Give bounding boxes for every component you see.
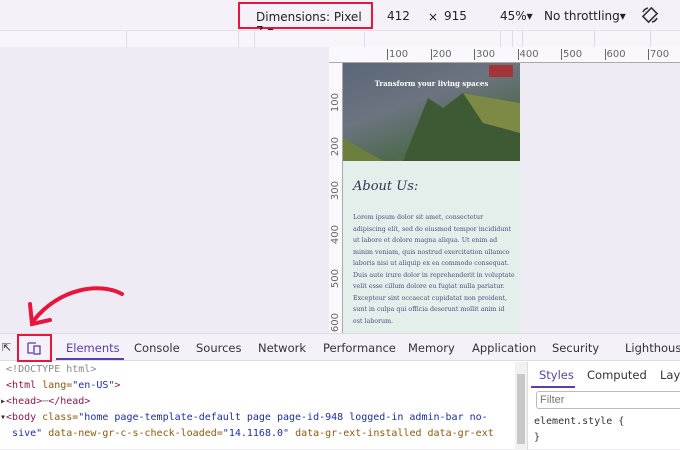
tag: </head> [48, 396, 91, 407]
styles-pane: Styles Computed Layo element.style { } [527, 362, 680, 450]
value: "en-US" [72, 380, 115, 391]
ruler-tick-label: 400 [330, 225, 341, 245]
about-body: Lorem ipsum dolor sit amet, consectetur … [353, 214, 515, 325]
about-heading: About Us: [353, 179, 419, 194]
tab-memory[interactable]: Memory [408, 341, 455, 355]
ruler-tick-label: 400 [517, 49, 539, 60]
tab-performance[interactable]: Performance [323, 341, 396, 355]
hero-title: Transform your living spaces [374, 79, 489, 88]
code-line[interactable]: sive" data-new-gr-c-s-check-loaded="14.1… [0, 426, 515, 442]
active-tab-indicator [56, 358, 124, 360]
ruler-tick-label: 500 [330, 269, 341, 289]
width-input[interactable]: 412 [387, 9, 410, 23]
tab-network[interactable]: Network [258, 341, 306, 355]
element-style-rule[interactable]: element.style { [534, 416, 624, 427]
ruler-tick-label: 200 [430, 49, 452, 60]
throttling-dropdown[interactable]: No throttling▾ [544, 9, 626, 23]
device-toggle-button[interactable] [17, 334, 52, 362]
code-line[interactable]: <!DOCTYPE html> [0, 362, 515, 378]
tab-application[interactable]: Application [472, 341, 536, 355]
tag: <head> [6, 396, 43, 407]
attr: lang= [42, 380, 73, 391]
times-label: × [428, 10, 439, 24]
tab-lighthouse[interactable]: Lighthouse [625, 341, 680, 355]
tab-sources[interactable]: Sources [196, 341, 242, 355]
zoom-label: 45% [500, 9, 527, 23]
code-line[interactable]: ▾<body class="home page-template-default… [0, 410, 515, 426]
device-toolbar: Dimensions: Pixel 7 ▾ 412 × 915 45%▾ No … [0, 0, 680, 38]
ruler-tick-label: 600 [604, 49, 626, 60]
device-toolbar-icon [27, 342, 41, 355]
hero-image: Transform your living spaces [343, 63, 520, 161]
dimensions-dropdown[interactable]: Dimensions: Pixel 7 ▾ [238, 2, 373, 38]
close-brace: } [534, 432, 541, 443]
scrollbar[interactable] [515, 362, 527, 450]
mountain-image [343, 65, 520, 161]
ruler-tick-label: 600 [330, 313, 341, 333]
tab-console[interactable]: Console [134, 341, 180, 355]
devtools-tabbar: ⇱ Elements Console Sources Network Perfo… [0, 334, 680, 362]
tag: <body [6, 412, 43, 423]
throttling-label: No throttling [544, 9, 620, 23]
devtools-panel: ⇱ Elements Console Sources Network Perfo… [0, 333, 680, 450]
height-input[interactable]: 915 [444, 9, 467, 23]
zoom-dropdown[interactable]: 45%▾ [500, 9, 533, 23]
tab-styles[interactable]: Styles [539, 368, 574, 382]
ruler-tick-label: 300 [330, 181, 341, 201]
ruler-tick-label: 700 [648, 49, 670, 60]
ruler-tick-label: 100 [387, 49, 409, 60]
ruler-tick-label: 200 [330, 137, 341, 157]
value: "home page-template-default page page-id… [78, 412, 488, 423]
left-ruler: 100 200 300 400 500 600 [329, 63, 343, 333]
tag: > [114, 380, 121, 391]
code-line[interactable]: ▸<head>⋯</head> [0, 394, 515, 410]
code-line[interactable]: <html lang="en-US"> [0, 378, 515, 394]
ruler-tick-label: 100 [330, 93, 341, 113]
styles-filter-input[interactable] [536, 391, 680, 409]
tab-layout[interactable]: Layo [660, 368, 680, 382]
tab-elements[interactable]: Elements [66, 341, 120, 355]
tab-security[interactable]: Security [552, 341, 599, 355]
tag: <html [6, 380, 43, 391]
rotate-icon[interactable] [641, 6, 659, 24]
inspect-element-icon[interactable]: ⇱ [2, 341, 11, 354]
value: sive" [12, 428, 43, 439]
attr: data-new-gr-c-s-check-loaded= [48, 428, 223, 439]
device-viewport[interactable]: Transform your living spaces About Us: L… [343, 63, 520, 333]
tab-computed[interactable]: Computed [587, 368, 647, 382]
top-ruler: 100 200 300 400 500 600 700 [329, 47, 680, 63]
ruler-tick-label: 500 [561, 49, 583, 60]
red-arrow-annotation [28, 286, 124, 327]
dom-tree[interactable]: <!DOCTYPE html> <html lang="en-US"> ▸<hea… [0, 362, 515, 442]
attr: data-gr-ext-installed data-gr-ext [295, 428, 494, 439]
active-tab-indicator [531, 386, 575, 388]
ruler-tick-label: 300 [474, 49, 496, 60]
attr: class= [42, 412, 79, 423]
value: "14.1168.0" [222, 428, 290, 439]
media-query-bar[interactable] [0, 30, 680, 48]
doctype: <!DOCTYPE html> [6, 364, 97, 375]
